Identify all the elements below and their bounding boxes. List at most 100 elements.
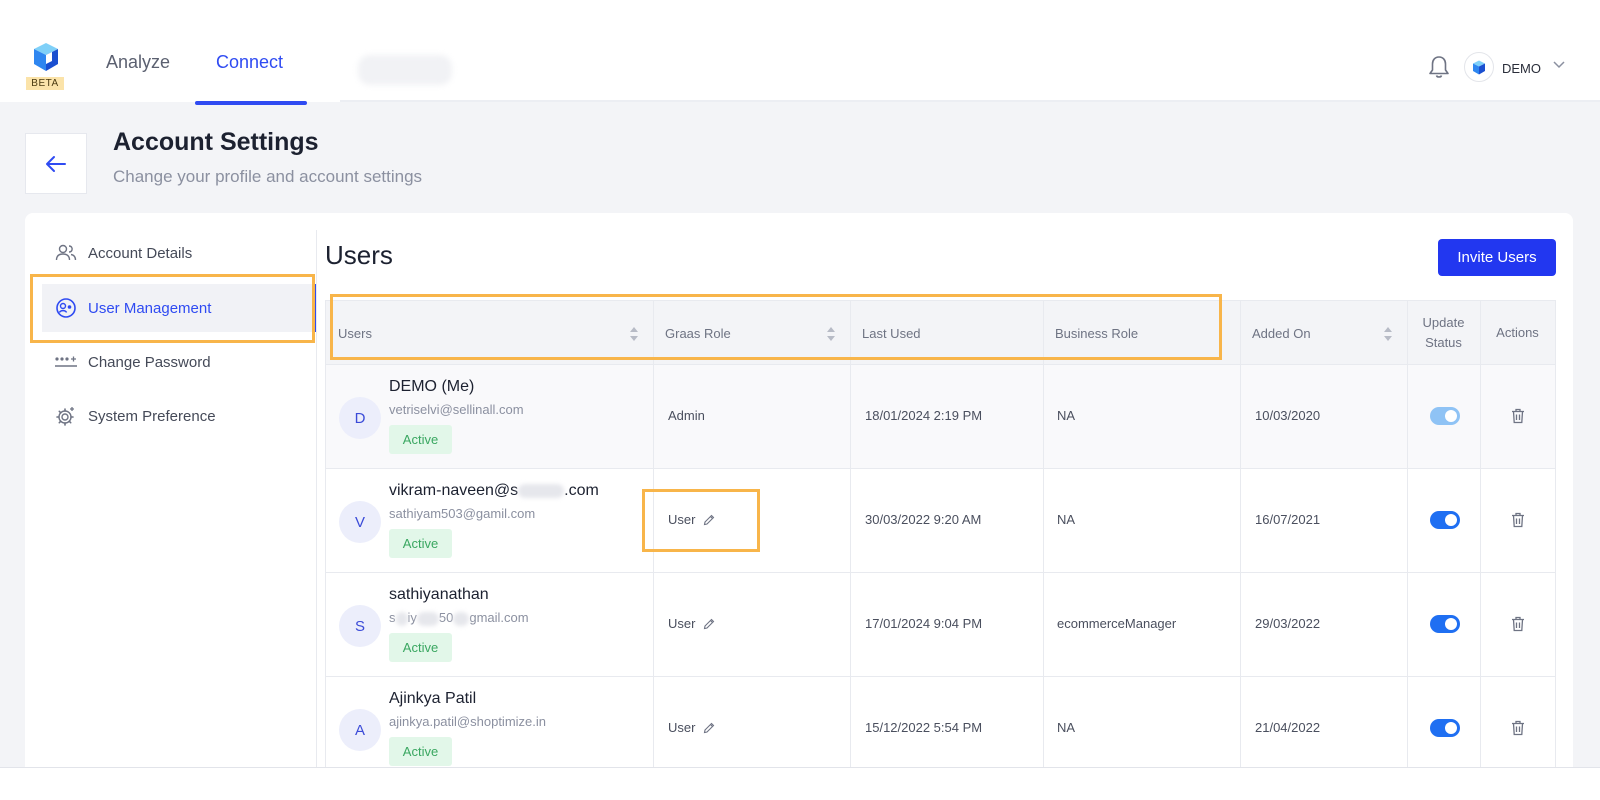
graas-role[interactable]: User — [668, 616, 715, 631]
app-logo[interactable]: BETA — [26, 42, 64, 90]
redacted-text — [395, 611, 408, 626]
business-role: ecommerceManager — [1057, 616, 1177, 631]
status-badge: Active — [389, 529, 452, 558]
added-on: 29/03/2022 — [1255, 616, 1321, 631]
user-initial-avatar: S — [339, 605, 381, 647]
trash-icon[interactable] — [1511, 512, 1525, 528]
user-initial-avatar: D — [339, 397, 381, 439]
graas-role-label: Admin — [668, 408, 705, 423]
graas-role[interactable]: User — [668, 720, 715, 735]
notification-bell-icon[interactable] — [1428, 54, 1450, 80]
column-header-users[interactable]: Users — [326, 301, 653, 365]
arrow-left-icon — [46, 155, 66, 172]
edit-pencil-icon[interactable] — [703, 722, 715, 734]
added-on: 21/04/2022 — [1255, 720, 1321, 735]
gear-icon — [54, 404, 78, 428]
logo-cube-icon — [34, 43, 58, 71]
column-header-label: Update — [1422, 315, 1465, 330]
graas-role-label: User — [668, 720, 696, 735]
status-toggle[interactable] — [1430, 615, 1460, 633]
column-header-added-on[interactable]: Added On — [1240, 301, 1407, 365]
added-on: 10/03/2020 — [1255, 408, 1321, 423]
column-header-last-used: Last Used — [850, 301, 1043, 365]
graas-role-label: User — [668, 512, 696, 527]
column-header-business-role: Business Role — [1043, 301, 1240, 365]
sidebar-item-account-details[interactable]: Account Details — [42, 229, 312, 277]
users-table: Users Graas Role Last Used Business Role… — [325, 300, 1556, 781]
invite-users-button[interactable]: Invite Users — [1438, 239, 1556, 276]
user-settings-icon — [54, 296, 78, 320]
trash-icon[interactable] — [1511, 720, 1525, 736]
column-divider — [1043, 301, 1044, 771]
user-name: Ajinkya Patil — [389, 690, 477, 707]
back-button[interactable] — [25, 133, 87, 194]
last-used: 18/01/2024 2:19 PM — [865, 408, 983, 423]
beta-badge: BETA — [26, 77, 64, 90]
page-title: Account Settings — [113, 128, 319, 156]
user-menu-label[interactable]: DEMO — [1502, 61, 1541, 76]
graas-role-label: User — [668, 616, 696, 631]
chevron-down-icon[interactable] — [1553, 61, 1565, 69]
table-header: Users Graas Role Last Used Business Role… — [326, 301, 1555, 365]
column-divider — [1407, 301, 1408, 771]
sort-icon[interactable] — [826, 325, 836, 343]
edit-pencil-icon[interactable] — [703, 514, 715, 526]
password-icon — [54, 350, 78, 374]
user-name-part: .com — [564, 482, 599, 499]
tab-analyze[interactable]: Analyze — [106, 52, 170, 73]
page-subtitle: Change your profile and account settings — [113, 167, 423, 186]
column-header-label: Last Used — [862, 325, 921, 341]
column-header-graas-role[interactable]: Graas Role — [653, 301, 850, 365]
user-name: vikram-naveen@s .com — [389, 482, 599, 500]
edit-pencil-icon[interactable] — [703, 618, 715, 630]
user-initial-avatar: A — [339, 709, 381, 751]
sidebar-item-system-preference[interactable]: System Preference — [42, 392, 312, 440]
trash-icon[interactable] — [1511, 408, 1525, 424]
column-header-label: Status — [1425, 335, 1462, 350]
blurred-nav-item — [358, 55, 452, 85]
trash-icon[interactable] — [1511, 616, 1525, 632]
redacted-text — [453, 611, 470, 626]
sidebar-item-label: System Preference — [88, 407, 216, 425]
status-toggle[interactable] — [1430, 511, 1460, 529]
added-on: 16/07/2021 — [1255, 512, 1321, 527]
sidebar-item-change-password[interactable]: Change Password — [42, 338, 312, 386]
last-used: 15/12/2022 5:54 PM — [865, 720, 983, 735]
table-row: A Ajinkya Patil ajinkya.patil@shoptimize… — [326, 677, 1555, 781]
column-header-label: Users — [338, 325, 372, 341]
user-email-part: iy — [407, 610, 417, 625]
user-email-part: 50 — [438, 610, 454, 625]
status-badge: Active — [389, 425, 452, 454]
sidebar-divider — [316, 230, 317, 770]
sidebar-item-label: Account Details — [88, 244, 193, 262]
graas-role[interactable]: User — [668, 512, 715, 527]
business-role: NA — [1057, 512, 1076, 527]
column-divider — [653, 301, 654, 771]
graas-role: Admin — [668, 408, 705, 423]
column-divider — [1480, 301, 1481, 771]
user-email-part: s — [389, 610, 396, 625]
column-header-label: Graas Role — [665, 325, 731, 341]
active-tab-indicator — [195, 101, 307, 105]
last-used: 30/03/2022 9:20 AM — [865, 512, 982, 527]
column-header-label: Added On — [1252, 325, 1311, 341]
users-section-title: Users — [325, 240, 393, 270]
user-email-part: gmail.com — [469, 610, 529, 625]
sort-icon[interactable] — [629, 325, 639, 343]
sort-icon[interactable] — [1383, 325, 1393, 343]
table-row: S sathiyanathan s iy 50 gmail.com Active Us… — [326, 573, 1555, 677]
column-header-actions: Actions — [1480, 301, 1555, 365]
status-toggle[interactable] — [1430, 719, 1460, 737]
status-toggle[interactable] — [1430, 407, 1460, 425]
sidebar-item-label: Change Password — [88, 353, 211, 371]
redacted-text — [518, 483, 565, 498]
sidebar-item-user-management[interactable]: User Management — [42, 284, 312, 332]
top-navigation-bar: BETA Analyze Connect DEMO — [0, 0, 1600, 105]
topbar-divider — [340, 100, 1600, 102]
status-badge: Active — [389, 737, 452, 766]
user-email: ajinkya.patil@shoptimize.in — [389, 714, 546, 729]
user-avatar[interactable] — [1464, 52, 1494, 82]
user-name: DEMO (Me) — [389, 378, 475, 395]
table-row: D DEMO (Me) vetriselvi@sellinall.com Act… — [326, 365, 1555, 469]
tab-connect[interactable]: Connect — [216, 52, 283, 73]
